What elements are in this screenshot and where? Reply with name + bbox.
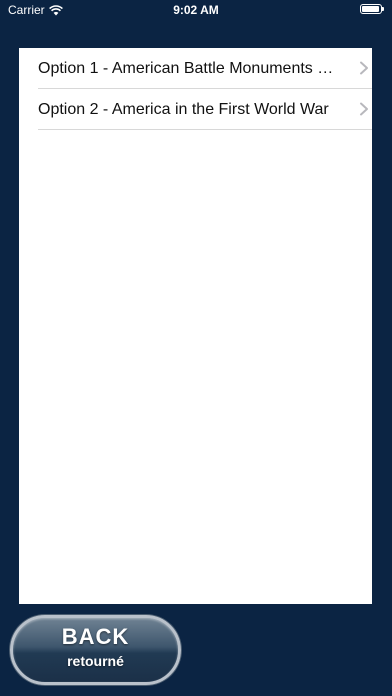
list-item-label: Option 1 - American Battle Monuments Com… xyxy=(38,60,334,77)
battery-level xyxy=(362,6,380,12)
back-button[interactable]: BACK retourné xyxy=(10,615,181,685)
list-item-option-2[interactable]: Option 2 - America in the First World Wa… xyxy=(38,89,372,130)
options-panel: Option 1 - American Battle Monuments Com… xyxy=(19,48,372,604)
back-button-title: BACK xyxy=(61,624,130,649)
status-time: 9:02 AM xyxy=(173,3,219,17)
battery-icon xyxy=(360,4,384,14)
status-bar: Carrier 9:02 AM xyxy=(0,0,392,22)
list-item-label: Option 2 - America in the First World Wa… xyxy=(38,101,329,118)
status-right xyxy=(360,4,384,14)
chevron-right-icon xyxy=(360,61,368,75)
list-item-option-1[interactable]: Option 1 - American Battle Monuments Com… xyxy=(38,48,372,89)
back-button-subtitle: retourné xyxy=(67,653,124,669)
chevron-right-icon xyxy=(360,102,368,116)
